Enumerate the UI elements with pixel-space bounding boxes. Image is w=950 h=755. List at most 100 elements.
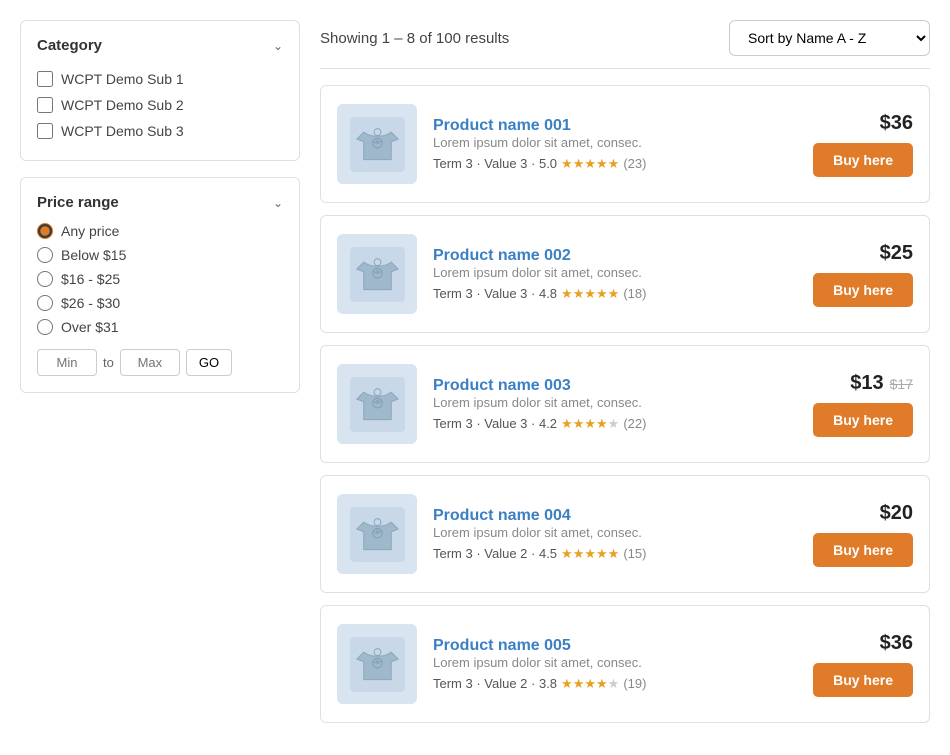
product-terms: Term 3 · Value 2 · 3.8 <box>433 676 557 691</box>
category-filter-header[interactable]: Category ⌄ <box>37 37 283 54</box>
price-option[interactable]: Over $31 <box>37 319 283 335</box>
sort-select[interactable]: Sort by Name A - ZSort by Name Z - ASort… <box>729 20 930 56</box>
product-info: Product name 003 Lorem ipsum dolor sit a… <box>433 377 787 432</box>
product-card: Product name 005 Lorem ipsum dolor sit a… <box>320 605 930 723</box>
product-name-link[interactable]: Product name 005 <box>433 637 571 654</box>
sidebar: Category ⌄ WCPT Demo Sub 1 WCPT Demo Sub… <box>20 20 300 735</box>
results-text: Showing 1 – 8 of 100 results <box>320 30 509 47</box>
product-price: $36 <box>880 632 913 655</box>
product-description: Lorem ipsum dolor sit amet, consec. <box>433 395 787 410</box>
category-checkbox-sub3[interactable] <box>37 123 53 139</box>
buy-button-005[interactable]: Buy here <box>813 663 913 697</box>
buy-button-001[interactable]: Buy here <box>813 143 913 177</box>
product-reviews: (19) <box>623 676 646 691</box>
buy-button-002[interactable]: Buy here <box>813 273 913 307</box>
product-card: Product name 003 Lorem ipsum dolor sit a… <box>320 345 930 463</box>
product-description: Lorem ipsum dolor sit amet, consec. <box>433 655 787 670</box>
product-image <box>337 624 417 704</box>
product-price: $36 <box>880 112 913 135</box>
category-label-sub3: WCPT Demo Sub 3 <box>61 123 184 139</box>
product-name-link[interactable]: Product name 003 <box>433 377 571 394</box>
product-reviews: (15) <box>623 546 646 561</box>
toolbar: Showing 1 – 8 of 100 results Sort by Nam… <box>320 20 930 69</box>
price-option-label-26to30: $26 - $30 <box>61 295 120 311</box>
product-terms: Term 3 · Value 3 · 4.2 <box>433 416 557 431</box>
product-price-action: $13 $17 Buy here <box>803 372 913 437</box>
product-price-action: $20 Buy here <box>803 502 913 567</box>
buy-button-004[interactable]: Buy here <box>813 533 913 567</box>
product-meta: Term 3 · Value 3 · 4.2 ★★★★★ (22) <box>433 416 787 432</box>
price-radio-over31[interactable] <box>37 319 53 335</box>
price-option[interactable]: Any price <box>37 223 283 239</box>
product-price: $20 <box>880 502 913 525</box>
product-meta: Term 3 · Value 2 · 4.5 ★★★★★ (15) <box>433 546 787 562</box>
price-option-label-over31: Over $31 <box>61 319 119 335</box>
product-reviews: (22) <box>623 416 646 431</box>
product-stars: ★★★★★ <box>561 416 619 432</box>
product-info: Product name 001 Lorem ipsum dolor sit a… <box>433 117 787 172</box>
price-radio-26to30[interactable] <box>37 295 53 311</box>
product-description: Lorem ipsum dolor sit amet, consec. <box>433 135 787 150</box>
price-max-input[interactable] <box>120 349 180 376</box>
product-price-wrapper: $36 <box>880 632 913 655</box>
product-name-link[interactable]: Product name 002 <box>433 247 571 264</box>
category-filter: Category ⌄ WCPT Demo Sub 1 WCPT Demo Sub… <box>20 20 300 161</box>
price-option[interactable]: $16 - $25 <box>37 271 283 287</box>
product-list: Product name 001 Lorem ipsum dolor sit a… <box>320 85 930 735</box>
price-filter-title: Price range <box>37 194 119 211</box>
product-card: Product name 001 Lorem ipsum dolor sit a… <box>320 85 930 203</box>
product-price-wrapper: $13 $17 <box>850 372 913 395</box>
product-image <box>337 494 417 574</box>
to-label: to <box>103 355 114 370</box>
product-price: $13 <box>850 372 883 395</box>
product-name-link[interactable]: Product name 004 <box>433 507 571 524</box>
product-meta: Term 3 · Value 3 · 5.0 ★★★★★ (23) <box>433 156 787 172</box>
product-stars: ★★★★★ <box>561 286 619 302</box>
product-info: Product name 005 Lorem ipsum dolor sit a… <box>433 637 787 692</box>
product-price-wrapper: $36 <box>880 112 913 135</box>
product-image <box>337 104 417 184</box>
category-item: WCPT Demo Sub 2 <box>37 92 283 118</box>
product-card: Product name 004 Lorem ipsum dolor sit a… <box>320 475 930 593</box>
product-info: Product name 002 Lorem ipsum dolor sit a… <box>433 247 787 302</box>
product-image <box>337 364 417 444</box>
category-checkbox-sub1[interactable] <box>37 71 53 87</box>
price-option[interactable]: Below $15 <box>37 247 283 263</box>
product-stars: ★★★★★ <box>561 156 619 172</box>
product-stars: ★★★★★ <box>561 676 619 692</box>
price-radio-any[interactable] <box>37 223 53 239</box>
product-terms: Term 3 · Value 3 · 5.0 <box>433 156 557 171</box>
product-name-link[interactable]: Product name 001 <box>433 117 571 134</box>
price-filter-header[interactable]: Price range ⌄ <box>37 194 283 211</box>
product-stars: ★★★★★ <box>561 546 619 562</box>
category-checkbox-sub2[interactable] <box>37 97 53 113</box>
category-item: WCPT Demo Sub 1 <box>37 66 283 92</box>
price-radio-below15[interactable] <box>37 247 53 263</box>
price-radio-16to25[interactable] <box>37 271 53 287</box>
price-chevron-icon: ⌄ <box>273 196 283 210</box>
product-price: $25 <box>880 242 913 265</box>
price-min-input[interactable] <box>37 349 97 376</box>
price-option[interactable]: $26 - $30 <box>37 295 283 311</box>
product-image <box>337 234 417 314</box>
category-chevron-icon: ⌄ <box>273 39 283 53</box>
buy-button-003[interactable]: Buy here <box>813 403 913 437</box>
product-meta: Term 3 · Value 2 · 3.8 ★★★★★ (19) <box>433 676 787 692</box>
price-option-label-any: Any price <box>61 223 119 239</box>
category-label-sub2: WCPT Demo Sub 2 <box>61 97 184 113</box>
price-option-label-16to25: $16 - $25 <box>61 271 120 287</box>
category-list: WCPT Demo Sub 1 WCPT Demo Sub 2 WCPT Dem… <box>37 66 283 144</box>
product-terms: Term 3 · Value 2 · 4.5 <box>433 546 557 561</box>
category-label-sub1: WCPT Demo Sub 1 <box>61 71 184 87</box>
product-price-wrapper: $25 <box>880 242 913 265</box>
product-description: Lorem ipsum dolor sit amet, consec. <box>433 265 787 280</box>
product-terms: Term 3 · Value 3 · 4.8 <box>433 286 557 301</box>
product-info: Product name 004 Lorem ipsum dolor sit a… <box>433 507 787 562</box>
category-item: WCPT Demo Sub 3 <box>37 118 283 144</box>
product-price-action: $36 Buy here <box>803 632 913 697</box>
price-go-button[interactable]: GO <box>186 349 232 376</box>
product-price-action: $25 Buy here <box>803 242 913 307</box>
product-price-action: $36 Buy here <box>803 112 913 177</box>
product-reviews: (18) <box>623 286 646 301</box>
product-original-price: $17 <box>890 376 913 392</box>
